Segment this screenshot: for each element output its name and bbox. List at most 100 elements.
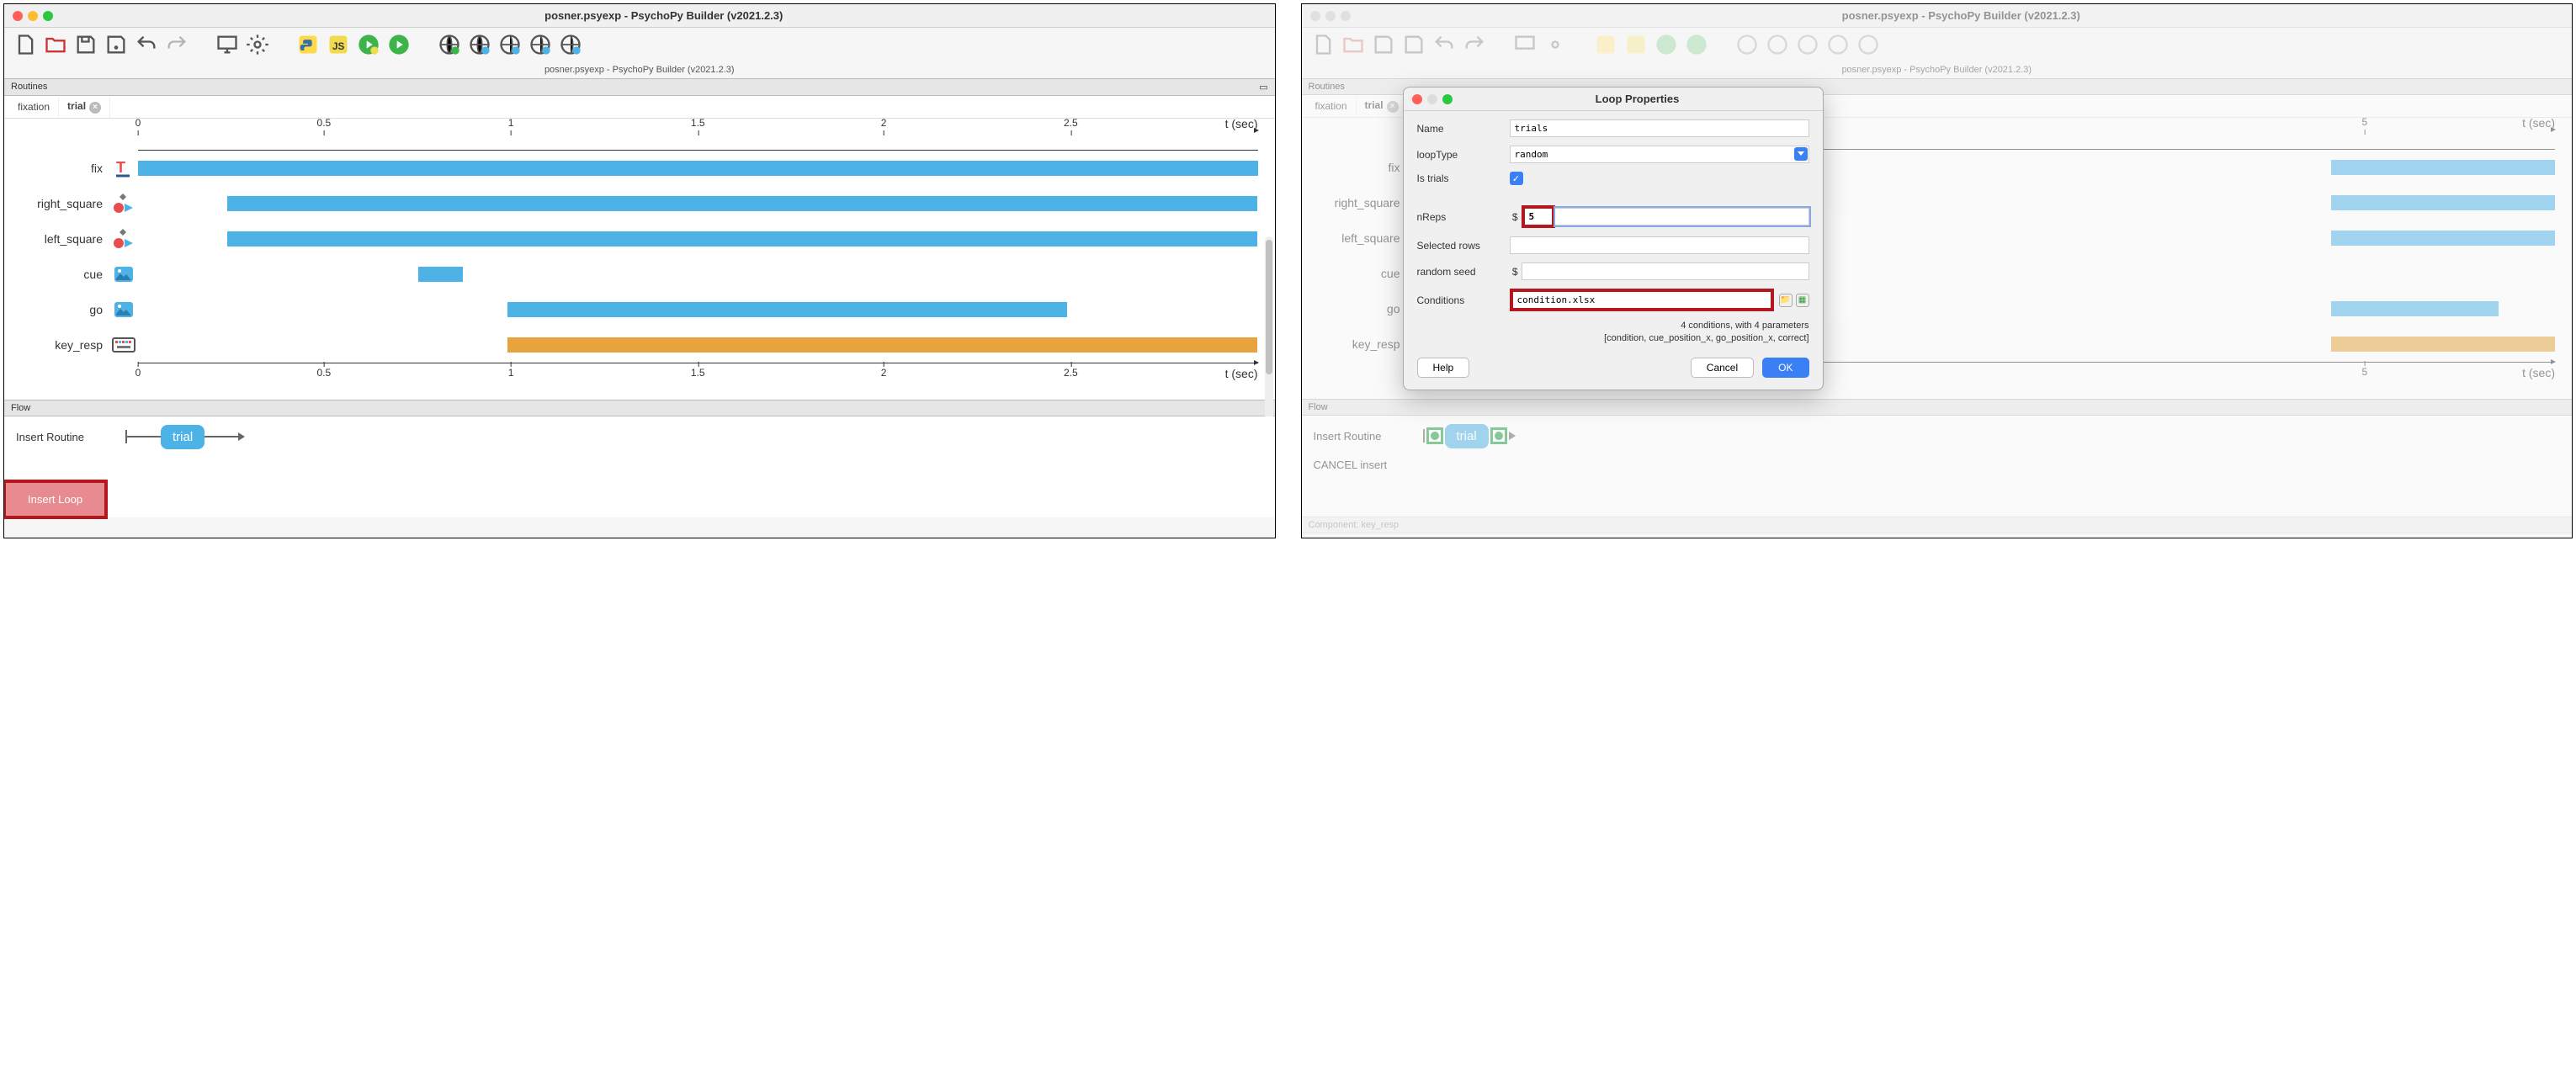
cancel-insert-button[interactable]: CANCEL insert [1314,459,1423,471]
compile-python-icon[interactable] [1593,33,1618,56]
component-row-cue[interactable]: cue [21,257,1258,292]
compile-js-icon[interactable]: JS [326,33,351,56]
insert-loop-button[interactable]: Insert Loop [3,480,108,519]
keyboard-component-icon [109,336,138,354]
ok-button[interactable]: OK [1762,358,1809,378]
nreps-input[interactable] [1525,209,1552,225]
compile-python-icon[interactable] [295,33,321,56]
monitor-icon[interactable] [1512,33,1538,56]
panel-collapse-icon[interactable]: ▭ [1259,82,1267,93]
loop-start-marker[interactable] [1426,427,1443,444]
help-button[interactable]: Help [1417,358,1470,378]
redo-icon[interactable] [164,33,189,56]
sync-online-icon[interactable] [1734,33,1760,56]
axis-label-bottom: t (sec) [1225,367,1258,380]
polygon-component-icon [109,227,138,251]
looptype-select[interactable] [1510,146,1809,163]
sync-online-icon[interactable] [437,33,462,56]
component-row-go[interactable]: go [21,292,1258,327]
timeline-bar[interactable] [227,231,1257,247]
tab-fixation[interactable]: fixation [9,97,59,117]
maximize-window-icon[interactable] [1341,11,1351,21]
timeline-bar[interactable] [507,302,1067,317]
globe-info-icon[interactable] [528,33,553,56]
timeline-bar[interactable] [227,196,1257,211]
component-row-fix[interactable]: fix T [21,151,1258,186]
conditions-input[interactable] [1513,292,1771,308]
chevron-down-icon[interactable] [1794,147,1808,161]
component-row-right-square[interactable]: right_square [21,186,1258,221]
traffic-lights [1310,11,1351,21]
timeline-bar[interactable] [418,267,463,282]
globe-search-icon[interactable] [467,33,492,56]
redo-icon[interactable] [1462,33,1487,56]
minimize-window-icon[interactable] [28,11,38,21]
undo-icon[interactable] [134,33,159,56]
save-icon[interactable] [1371,33,1396,56]
flow-panel-header: Flow [4,400,1275,416]
close-tab-icon[interactable]: × [89,102,101,114]
compile-js-icon[interactable] [1623,33,1649,56]
insert-routine-button[interactable]: Insert Routine [16,431,125,443]
cancel-button[interactable]: Cancel [1691,358,1754,378]
nreps-input-rest[interactable] [1555,208,1809,225]
component-row-key-resp[interactable]: key_resp [21,327,1258,363]
save-as-icon[interactable] [104,33,129,56]
builder-window-right: posner.psyexp - PsychoPy Builder (v2021.… [1301,3,2573,538]
new-file-icon[interactable] [13,33,38,56]
traffic-lights [13,11,53,21]
insert-routine-button[interactable]: Insert Routine [1314,430,1423,443]
run-icon[interactable] [1684,33,1709,56]
name-label: Name [1417,123,1510,135]
undo-icon[interactable] [1431,33,1457,56]
titlebar: posner.psyexp - PsychoPy Builder (v2021.… [1302,4,2573,28]
run-pilot-icon[interactable] [1654,33,1679,56]
svg-text:T: T [116,159,125,176]
maximize-window-icon[interactable] [43,11,53,21]
tab-fixation[interactable]: fixation [1307,96,1357,116]
close-dialog-icon[interactable] [1412,94,1422,104]
close-window-icon[interactable] [1310,11,1320,21]
is-trials-checkbox[interactable]: ✓ [1510,172,1523,185]
globe-info-icon[interactable] [1825,33,1851,56]
globe-user-icon[interactable] [1795,33,1820,56]
open-file-icon[interactable] [43,33,68,56]
settings-gear-icon[interactable] [245,33,270,56]
open-file-icon[interactable] [1341,33,1366,56]
preview-conditions-icon[interactable]: ▦ [1796,294,1809,307]
save-as-icon[interactable] [1401,33,1426,56]
component-row-left-square[interactable]: left_square [21,221,1258,257]
timeline-bar[interactable] [138,161,1258,176]
flow-area: Insert Routine trial CANCEL insert [1302,416,2573,517]
random-seed-input[interactable] [1522,262,1809,280]
close-window-icon[interactable] [13,11,23,21]
globe-docs-icon[interactable] [1856,33,1881,56]
save-icon[interactable] [73,33,98,56]
run-icon[interactable] [386,33,412,56]
component-footer: Component: key_resp [1302,517,2573,533]
monitor-icon[interactable] [215,33,240,56]
new-file-icon[interactable] [1310,33,1336,56]
open-conditions-file-icon[interactable]: 📁 [1779,294,1793,307]
globe-user-icon[interactable] [497,33,523,56]
conditions-label: Conditions [1417,294,1510,306]
maximize-dialog-icon[interactable] [1442,94,1453,104]
loop-end-marker[interactable] [1490,427,1507,444]
run-pilot-icon[interactable] [356,33,381,56]
nreps-label: nReps [1417,211,1510,223]
globe-docs-icon[interactable] [558,33,583,56]
timeline-bar[interactable] [507,337,1257,353]
flow-routine-trial[interactable]: trial [1445,424,1489,448]
routine-tabs: fixation trial× [4,96,1275,119]
name-input[interactable] [1510,119,1809,137]
tab-trial[interactable]: trial× [59,96,110,118]
settings-gear-icon[interactable] [1543,33,1568,56]
titlebar: posner.psyexp - PsychoPy Builder (v2021.… [4,4,1275,28]
tab-trial[interactable]: trial× [1357,95,1408,117]
selected-rows-input[interactable] [1510,236,1809,254]
flow-routine-trial[interactable]: trial [161,425,204,449]
builder-window-left: posner.psyexp - PsychoPy Builder (v2021.… [3,3,1276,538]
globe-search-icon[interactable] [1765,33,1790,56]
minimize-window-icon[interactable] [1325,11,1336,21]
close-tab-icon[interactable]: × [1387,101,1399,113]
